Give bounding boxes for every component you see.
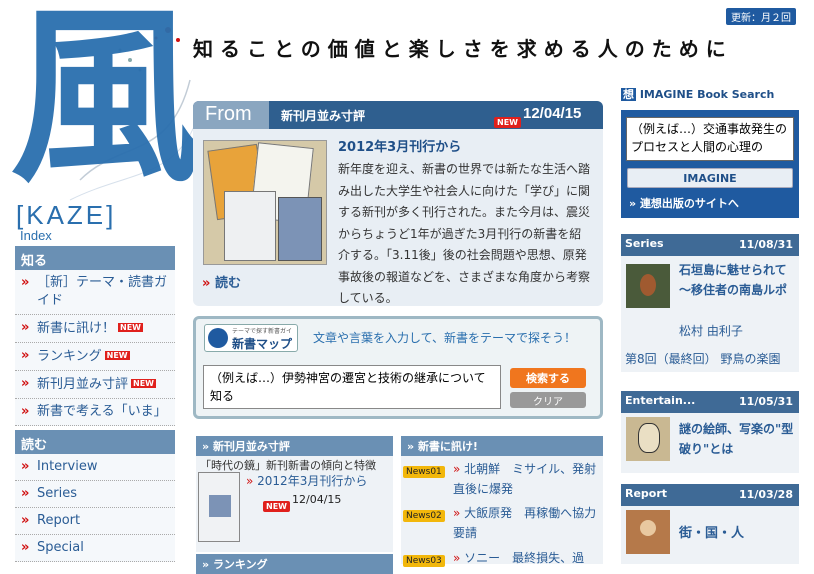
- nav-section-know: 知る ［新］テーマ・読書ガイド 新書に訊け！NEW ランキングNEW 新刊月並み…: [15, 246, 175, 426]
- read-link[interactable]: » 読む: [202, 272, 241, 291]
- news-item[interactable]: News01 » 北朝鮮 ミサイル、発射直後に爆発: [403, 459, 599, 496]
- report-panel: 街・国・人: [621, 506, 799, 564]
- review-kicker: 「時代の鏡」新刊新書の傾向と特徴: [200, 459, 376, 472]
- news-item[interactable]: News03 » ソニー 最終損失、過: [403, 548, 599, 567]
- new-badge: NEW: [104, 351, 130, 360]
- nav-item-series[interactable]: Series: [15, 481, 175, 508]
- nav-item-ranking[interactable]: ランキングNEW: [15, 343, 175, 371]
- book-cover-image[interactable]: [198, 472, 240, 542]
- nav-item-ask-shinsho[interactable]: 新書に訊け！NEW: [15, 315, 175, 343]
- series-panel: 石垣島に魅せられて 〜移住者の南島ルポ 松村 由利子 第8回（最終回） 野鳥の楽…: [621, 256, 799, 372]
- from-label: From: [193, 101, 269, 129]
- nav-item-think-now[interactable]: 新書で考える「いま」: [15, 399, 175, 426]
- news-tag: News03: [403, 555, 445, 567]
- series-episode[interactable]: 第8回（最終回） 野鳥の楽園: [625, 350, 780, 367]
- from-article-body: 新年度を迎え、新書の世界では新たな生活へ踏み出した大学生や社会人に向けた「学び」…: [338, 162, 591, 305]
- nav-heading-read: 読む: [15, 430, 175, 454]
- from-article-title[interactable]: 2012年3月刊行から: [338, 136, 461, 155]
- site-logo[interactable]: 風: [10, 2, 200, 192]
- search-button[interactable]: 検索する: [510, 368, 586, 388]
- nav-item-special[interactable]: Special: [15, 535, 175, 562]
- news-item[interactable]: News02 » 大飯原発 再稼働へ協力要請: [403, 503, 599, 540]
- report-header[interactable]: Report 11/03/28: [621, 484, 799, 506]
- rensou-site-link[interactable]: » 連想出版のサイトへ: [629, 195, 739, 211]
- imagine-search-input[interactable]: （例えば…）交通事故発生のプロセスと人間の心理の: [626, 117, 794, 161]
- series-header[interactable]: Series 11/08/31: [621, 234, 799, 256]
- map-icon: [208, 328, 228, 348]
- report-headline[interactable]: 街・国・人: [679, 522, 744, 541]
- review-column-header[interactable]: » 新刊月並み寸評: [196, 436, 393, 456]
- imagine-header: 想 IMAGINE Book Search: [621, 88, 775, 101]
- imagine-button[interactable]: IMAGINE: [627, 168, 793, 188]
- from-panel-date: 12/04/15: [523, 105, 582, 122]
- new-badge: NEW: [263, 494, 290, 513]
- ranking-column-header[interactable]: » ランキング: [196, 554, 393, 574]
- index-label: Index: [20, 228, 52, 243]
- entertain-headline[interactable]: 謎の絵師、写楽の"型破り"とは: [679, 419, 795, 459]
- news-tag: News01: [403, 466, 445, 478]
- news-column-header[interactable]: » 新書に訊け!: [401, 436, 603, 456]
- bird-photo[interactable]: [626, 264, 670, 308]
- nav-item-theme-guide[interactable]: ［新］テーマ・読書ガイド: [15, 270, 175, 315]
- site-brand[interactable]: [KAZE]: [16, 200, 116, 231]
- series-author[interactable]: 松村 由利子: [679, 322, 743, 339]
- new-badge: NEW: [118, 323, 143, 332]
- book-cover-image[interactable]: [203, 140, 327, 265]
- nav-item-report[interactable]: Report: [15, 508, 175, 535]
- update-badge: 更新：月２回: [726, 8, 796, 25]
- new-badge: NEW: [494, 110, 521, 129]
- report-photo[interactable]: [626, 510, 670, 554]
- shinsho-map-logo: テーマで探す新書ガイド 新書マップ: [204, 324, 298, 352]
- entertain-panel: 謎の絵師、写楽の"型破り"とは: [621, 413, 799, 473]
- entertain-header[interactable]: Entertain... 11/05/31: [621, 391, 799, 413]
- nav-item-interview[interactable]: Interview: [15, 454, 175, 481]
- search-prompt: 文章や言葉を入力して、新書をテーマで探そう！: [313, 331, 577, 345]
- ukiyoe-image[interactable]: [626, 417, 670, 461]
- imagine-logo-icon: 想: [621, 88, 636, 101]
- nav-item-monthly-review[interactable]: 新刊月並み寸評NEW: [15, 371, 175, 399]
- theme-search-input[interactable]: （例えば…）伊勢神宮の遷宮と技術の継承について知る: [203, 365, 501, 409]
- clear-button[interactable]: クリア: [510, 392, 586, 408]
- review-date: 12/04/15: [292, 493, 342, 506]
- nav-heading-know: 知る: [15, 246, 175, 270]
- new-badge: NEW: [131, 379, 156, 388]
- review-link[interactable]: » 2012年3月刊行から: [246, 472, 367, 489]
- site-tagline: 知ることの価値と楽しさを求める人のために: [193, 37, 733, 61]
- nav-section-read: 読む Interview Series Report Special: [15, 430, 175, 562]
- news-tag: News02: [403, 510, 445, 522]
- series-headline[interactable]: 石垣島に魅せられて 〜移住者の南島ルポ: [679, 260, 795, 300]
- from-panel-title: 新刊月並み寸評: [281, 109, 366, 123]
